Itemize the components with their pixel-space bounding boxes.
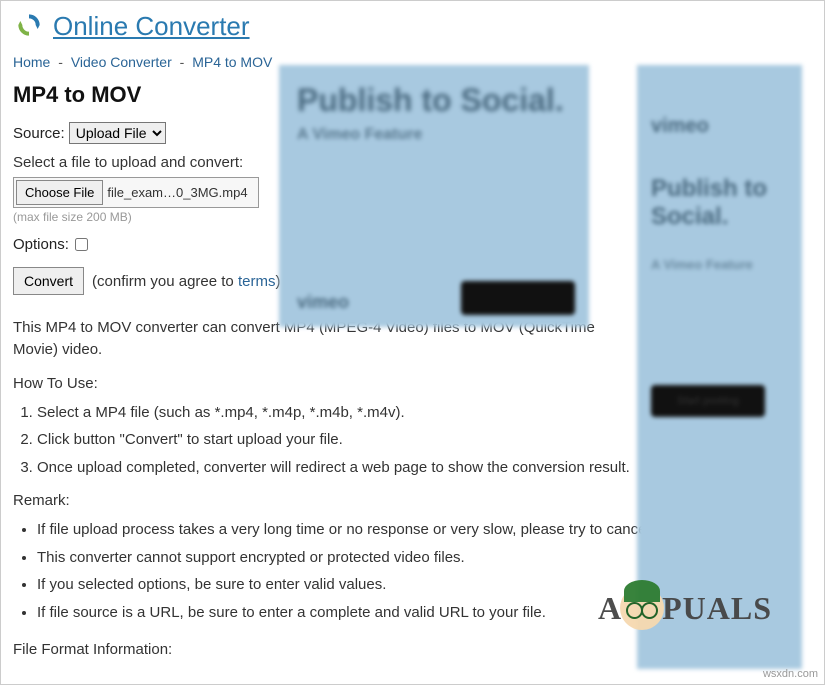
options-label: Options:: [13, 236, 69, 253]
ad-subtitle: A Vimeo Feature: [651, 257, 753, 272]
source-label: Source:: [13, 125, 65, 142]
ad-banner-1[interactable]: Publish to Social. A Vimeo Feature vimeo…: [279, 65, 589, 327]
ad-logo: vimeo: [651, 115, 709, 138]
breadcrumb-separator: -: [180, 54, 185, 70]
watermark-logo: A PUALS: [598, 586, 772, 630]
avatar-icon: [620, 586, 664, 630]
file-input[interactable]: Choose File file_exam…0_3MG.mp4: [13, 177, 259, 208]
site-title[interactable]: Online Converter: [53, 11, 250, 42]
options-checkbox[interactable]: [75, 238, 88, 251]
ad-headline: Publish to Social.: [651, 175, 802, 230]
refresh-icon: [13, 9, 45, 44]
terms-link[interactable]: terms: [238, 273, 276, 290]
ad-cta-button[interactable]: Start posting: [651, 385, 765, 417]
choose-file-button[interactable]: Choose File: [16, 180, 103, 205]
ad-headline: Publish to Social.: [297, 83, 571, 118]
site-header: Online Converter: [13, 9, 812, 44]
ad-banner-2[interactable]: vimeo Publish to Social. A Vimeo Feature…: [637, 65, 802, 669]
ad-subtitle: A Vimeo Feature: [297, 126, 571, 144]
breadcrumb-home[interactable]: Home: [13, 54, 50, 70]
ad-logo: vimeo: [297, 292, 349, 313]
breadcrumb-separator: -: [58, 54, 63, 70]
agree-text: (confirm you agree to terms): [92, 273, 280, 290]
convert-button[interactable]: Convert: [13, 267, 84, 295]
breadcrumb-current[interactable]: MP4 to MOV: [192, 54, 272, 70]
selected-filename: file_exam…0_3MG.mp4: [105, 185, 258, 200]
source-select[interactable]: Upload File: [69, 122, 166, 144]
footer-credit: wsxdn.com: [763, 668, 818, 680]
ad-cta-button[interactable]: Start posting: [461, 281, 575, 315]
breadcrumb-video-converter[interactable]: Video Converter: [71, 54, 172, 70]
